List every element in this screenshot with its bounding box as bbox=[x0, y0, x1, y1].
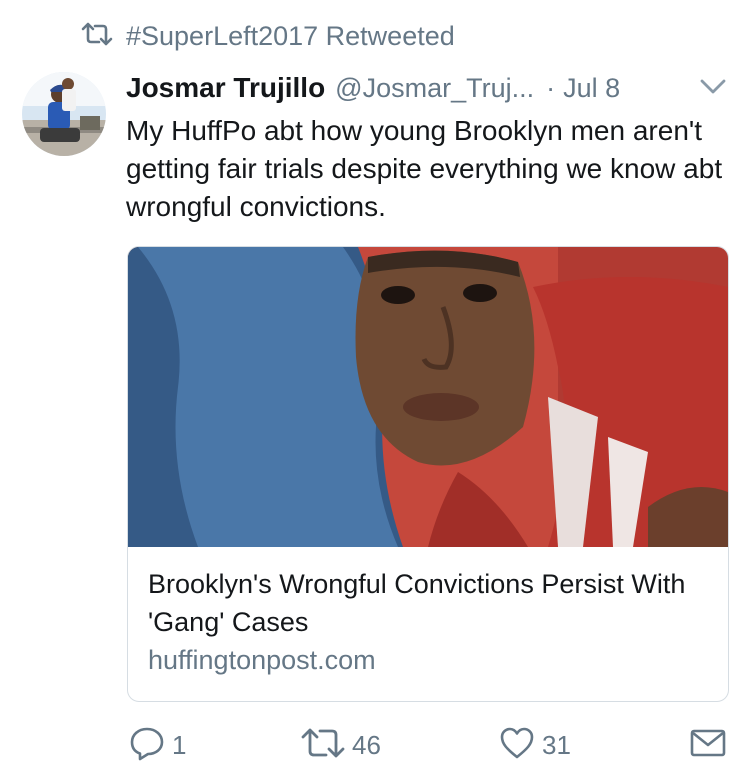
reply-icon bbox=[128, 724, 166, 767]
tweet-actions: 1 46 31 bbox=[0, 720, 750, 770]
like-count: 31 bbox=[542, 729, 571, 760]
card-domain: huffingtonpost.com bbox=[148, 645, 376, 675]
retweet-icon bbox=[80, 22, 114, 51]
retweet-icon bbox=[300, 724, 346, 767]
heart-icon bbox=[498, 724, 536, 767]
author-handle[interactable]: @Josmar_Truj... bbox=[335, 73, 534, 104]
card-title: Brooklyn's Wrongful Convictions Persist … bbox=[148, 569, 686, 637]
retweet-context-label: #SuperLeft2017 Retweeted bbox=[126, 20, 455, 51]
author-name[interactable]: Josmar Trujillo bbox=[126, 72, 325, 104]
separator-dot: · bbox=[546, 72, 556, 103]
tweet-text: My HuffPo abt how young Brooklyn men are… bbox=[126, 115, 723, 222]
avatar[interactable] bbox=[22, 72, 106, 156]
retweet-context[interactable]: #SuperLeft2017 Retweeted bbox=[80, 18, 455, 54]
reply-count: 1 bbox=[172, 729, 187, 760]
envelope-icon bbox=[690, 728, 726, 763]
retweet-count: 46 bbox=[352, 729, 381, 760]
like-button[interactable]: 31 bbox=[498, 720, 571, 770]
card-image bbox=[128, 247, 728, 547]
link-card[interactable]: Brooklyn's Wrongful Convictions Persist … bbox=[127, 246, 729, 702]
chevron-down-icon[interactable] bbox=[698, 70, 728, 109]
tweet-date[interactable]: Jul 8 bbox=[563, 73, 620, 104]
tweet-header: Josmar Trujillo @Josmar_Truj... · Jul 8 bbox=[126, 68, 728, 108]
reply-button[interactable]: 1 bbox=[128, 720, 186, 770]
retweet-button[interactable]: 46 bbox=[300, 720, 381, 770]
direct-message-button[interactable] bbox=[690, 720, 726, 770]
